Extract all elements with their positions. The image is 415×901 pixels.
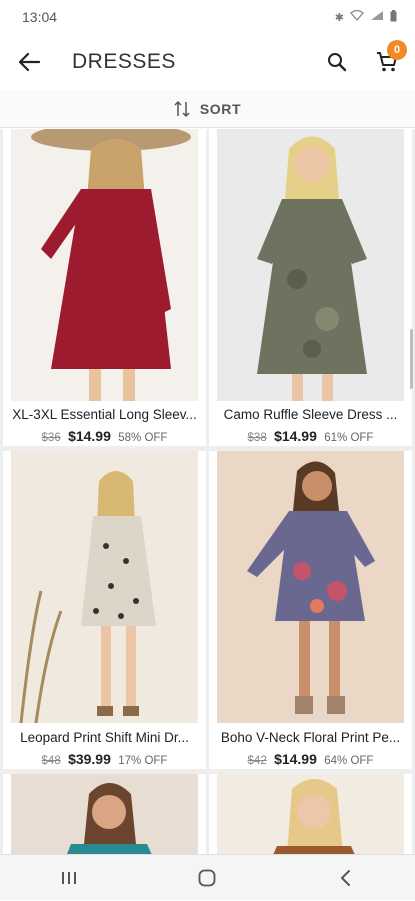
product-card[interactable]: [3, 774, 206, 854]
home-icon: [199, 869, 216, 886]
sale-price: $14.99: [68, 428, 111, 444]
sale-price: $39.99: [68, 751, 111, 767]
discount-label: 17% OFF: [118, 755, 168, 767]
product-image: [217, 129, 404, 401]
sale-price: $14.99: [274, 428, 317, 444]
search-button[interactable]: [315, 34, 359, 90]
product-image: [11, 451, 198, 723]
app-bar: DRESSES 0: [0, 34, 415, 90]
sort-label: SORT: [199, 100, 242, 117]
product-card[interactable]: Boho V-Neck Floral Print Pe... $42 $14.9…: [209, 451, 412, 769]
page-title: DRESSES: [72, 50, 176, 73]
system-back-button[interactable]: [316, 855, 376, 901]
signal-icon: [370, 10, 384, 24]
search-icon: [328, 53, 347, 72]
product-name: Boho V-Neck Floral Print Pe...: [220, 730, 401, 745]
product-card[interactable]: Leopard Print Shift Mini Dr... $48 $39.9…: [3, 451, 206, 769]
cart-count-badge: 0: [387, 40, 407, 60]
product-card[interactable]: [209, 774, 412, 854]
status-time: 13:04: [22, 9, 58, 25]
system-navigation-bar: [0, 854, 415, 900]
discount-label: 64% OFF: [324, 755, 374, 767]
product-grid[interactable]: XL-3XL Essential Long Sleev... $36 $14.9…: [0, 129, 415, 854]
recent-apps-icon: [62, 871, 77, 884]
product-price-row: $38 $14.99 61% OFF: [209, 428, 412, 444]
cart-button[interactable]: 0: [359, 34, 415, 90]
product-name: XL-3XL Essential Long Sleev...: [12, 407, 197, 422]
product-price-row: $48 $39.99 17% OFF: [3, 751, 206, 767]
back-button[interactable]: [0, 34, 58, 90]
bluetooth-icon: ✱: [334, 11, 344, 24]
sort-button[interactable]: SORT: [0, 90, 415, 128]
product-image: [11, 774, 198, 854]
product-image: [217, 774, 404, 854]
sort-arrows-icon: [174, 100, 190, 117]
product-name: Leopard Print Shift Mini Dr...: [20, 730, 189, 745]
original-price: $38: [247, 432, 267, 444]
product-card[interactable]: XL-3XL Essential Long Sleev... $36 $14.9…: [3, 129, 206, 446]
product-name: Camo Ruffle Sleeve Dress ...: [223, 407, 398, 422]
arrow-left-icon: [18, 52, 40, 72]
product-price-row: $42 $14.99 64% OFF: [209, 751, 412, 767]
product-image: [217, 451, 404, 723]
product-card[interactable]: Camo Ruffle Sleeve Dress ... $38 $14.99 …: [209, 129, 412, 446]
wifi-icon: [350, 9, 364, 24]
discount-label: 58% OFF: [118, 432, 168, 444]
original-price: $48: [41, 755, 61, 767]
status-icons: ✱: [334, 9, 397, 25]
home-button[interactable]: [177, 855, 237, 901]
status-bar: 13:04 ✱: [0, 0, 415, 34]
recent-apps-button[interactable]: [39, 855, 99, 901]
product-price-row: $36 $14.99 58% OFF: [3, 428, 206, 444]
scrollbar[interactable]: [410, 329, 413, 389]
product-image: [11, 129, 198, 401]
chevron-left-icon: [340, 869, 350, 886]
discount-label: 61% OFF: [324, 432, 374, 444]
battery-icon: [390, 9, 397, 25]
sale-price: $14.99: [274, 751, 317, 767]
original-price: $36: [41, 432, 61, 444]
original-price: $42: [247, 755, 267, 767]
